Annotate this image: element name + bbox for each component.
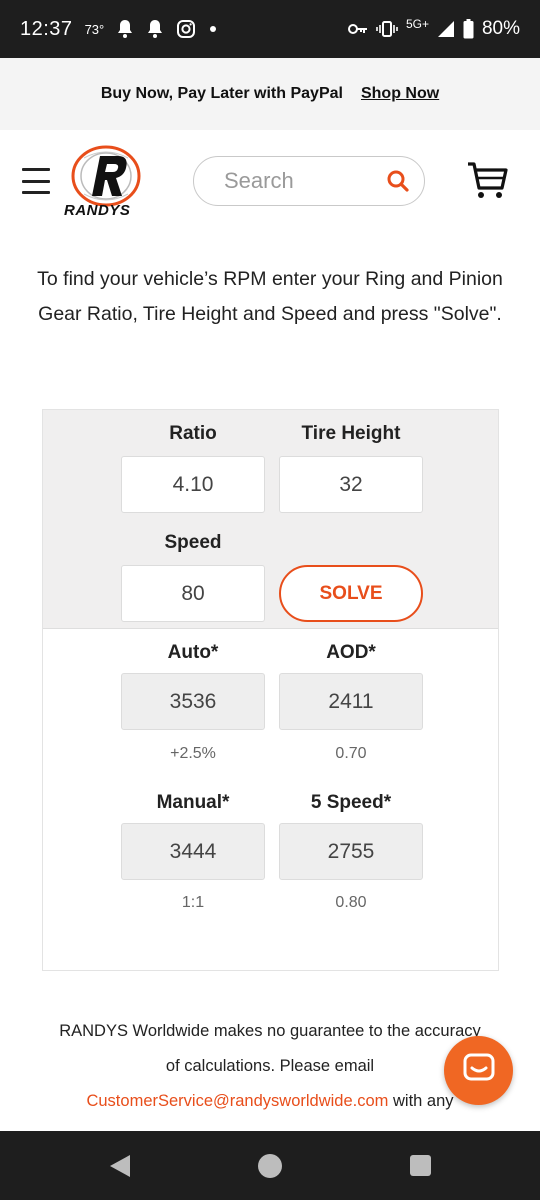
auto-rpm-output: 3536	[121, 673, 265, 730]
disclaimer-tail: with any	[388, 1092, 454, 1110]
disclaimer-line-1: RANDYS Worldwide makes no guarantee to t…	[59, 1022, 481, 1040]
auto-label: Auto*	[167, 642, 219, 663]
bell-icon	[116, 19, 134, 39]
ratio-input[interactable]: 4.10	[121, 456, 265, 513]
promo-banner: Buy Now, Pay Later with PayPal Shop Now	[0, 58, 540, 130]
five-speed-rpm-output: 2755	[279, 823, 423, 880]
calculator-inputs: Ratio Tire Height 4.10 32 Speed 80 SOLVE	[43, 410, 498, 629]
recent-apps-icon[interactable]	[410, 1155, 431, 1176]
promo-text: Buy Now, Pay Later with PayPal	[100, 85, 343, 102]
battery-icon	[463, 19, 474, 39]
chat-icon	[463, 1053, 495, 1088]
cart-icon[interactable]	[466, 160, 508, 200]
vibrate-icon	[376, 20, 398, 38]
tire-height-input[interactable]: 32	[279, 456, 423, 513]
home-icon[interactable]	[258, 1154, 282, 1178]
five-speed-note: 0.80	[335, 894, 367, 911]
tire-height-label: Tire Height	[301, 423, 401, 444]
search-bar[interactable]	[193, 156, 425, 206]
signal-icon	[437, 20, 455, 38]
battery-level: 80%	[481, 18, 520, 39]
instagram-icon	[176, 19, 196, 39]
aod-rpm-output: 2411	[279, 673, 423, 730]
five-speed-label: 5 Speed*	[310, 792, 392, 813]
search-input[interactable]	[224, 168, 374, 194]
speed-label: Speed	[164, 532, 222, 553]
status-bar: 12:37 73° 5G+ 80%	[0, 0, 540, 58]
manual-rpm-output: 3444	[121, 823, 265, 880]
support-email-link[interactable]: CustomerService@randysworldwide.com	[86, 1092, 388, 1110]
chat-button[interactable]	[444, 1036, 513, 1105]
rpm-calculator: Ratio Tire Height 4.10 32 Speed 80 SOLVE…	[42, 409, 499, 971]
system-nav-bar	[0, 1131, 540, 1200]
shop-now-link[interactable]: Shop Now	[361, 85, 439, 103]
ratio-label: Ratio	[169, 423, 217, 444]
aod-label: AOD*	[326, 642, 376, 663]
manual-label: Manual*	[156, 792, 230, 813]
bell-icon	[146, 19, 164, 39]
network-type: 5G+	[405, 17, 429, 31]
status-temperature: 73°	[84, 21, 105, 37]
aod-note: 0.70	[335, 745, 367, 762]
site-header: RANDYS	[0, 130, 540, 235]
menu-icon[interactable]	[22, 168, 50, 194]
dot-icon	[208, 24, 218, 34]
status-time: 12:37	[20, 17, 73, 40]
auto-note: +2.5%	[170, 745, 216, 762]
key-icon	[347, 22, 368, 36]
back-icon[interactable]	[108, 1153, 132, 1184]
speed-input[interactable]: 80	[121, 565, 265, 622]
manual-note: 1:1	[181, 894, 205, 911]
disclaimer-line-3: CustomerService@randysworldwide.com with…	[20, 1084, 520, 1119]
logo-wordmark: RANDYS	[64, 202, 131, 219]
intro-text: To find your vehicle’s RPM enter your Ri…	[37, 268, 503, 325]
solve-button[interactable]: SOLVE	[279, 565, 423, 622]
search-icon[interactable]	[386, 169, 410, 193]
